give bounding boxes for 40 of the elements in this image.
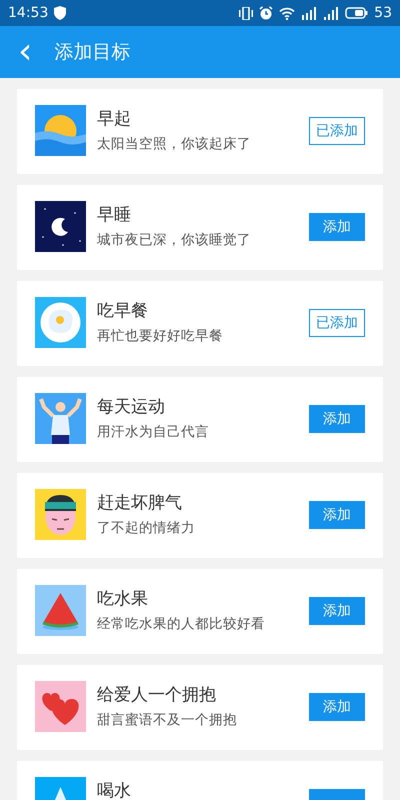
goal-description: 城市夜已深，你该睡觉了 — [97, 231, 252, 249]
page-title: 添加目标 — [54, 40, 130, 65]
watermelon-icon — [35, 585, 86, 636]
goal-title: 吃水果 — [97, 588, 149, 610]
add-button[interactable]: 添加 — [309, 597, 365, 625]
athlete-icon — [35, 393, 86, 444]
vibrate-icon — [239, 6, 254, 20]
add-button[interactable]: 添加 — [309, 693, 365, 721]
goal-title: 给爱人一个拥抱 — [97, 684, 217, 706]
alarm-icon — [259, 6, 274, 20]
battery-icon — [345, 7, 368, 19]
goal-title: 赶走坏脾气 — [97, 492, 183, 514]
sunrise-icon — [35, 105, 86, 156]
goal-title: 早睡 — [97, 204, 132, 226]
goal-title: 早起 — [97, 108, 132, 130]
goal-title: 每天运动 — [97, 396, 166, 418]
add-button[interactable]: 添加 — [309, 213, 365, 241]
goal-title: 吃早餐 — [97, 300, 149, 322]
goal-description: 再忙也要好好吃早餐 — [97, 327, 224, 345]
signal-icon — [301, 6, 318, 20]
goal-title: 喝水 — [97, 780, 132, 800]
goal-description: 太阳当空照，你该起床了 — [97, 135, 252, 153]
back-button[interactable]: ‹ — [14, 30, 36, 74]
signal-icon — [323, 6, 340, 20]
wifi-icon — [279, 6, 296, 20]
goal-description: 了不起的情绪力 — [97, 519, 196, 537]
fried-egg-icon — [35, 297, 86, 348]
added-button[interactable]: 已添加 — [309, 309, 365, 337]
goal-description: 经常吃水果的人都比较好看 — [97, 615, 266, 633]
moon-icon — [35, 201, 86, 252]
add-button[interactable]: 添加 — [309, 501, 365, 529]
shield-icon — [54, 6, 66, 20]
battery-percent: 53 — [374, 5, 392, 21]
goal-description: 用汗水为自己代言 — [97, 423, 210, 441]
goal-description: 甜言蜜语不及一个拥抱 — [97, 711, 238, 729]
angry-face-icon — [35, 489, 86, 540]
clock-time: 14:53 — [8, 5, 48, 21]
hearts-icon — [35, 681, 86, 732]
add-button[interactable]: 添加 — [309, 405, 365, 433]
added-button[interactable]: 已添加 — [309, 117, 365, 145]
